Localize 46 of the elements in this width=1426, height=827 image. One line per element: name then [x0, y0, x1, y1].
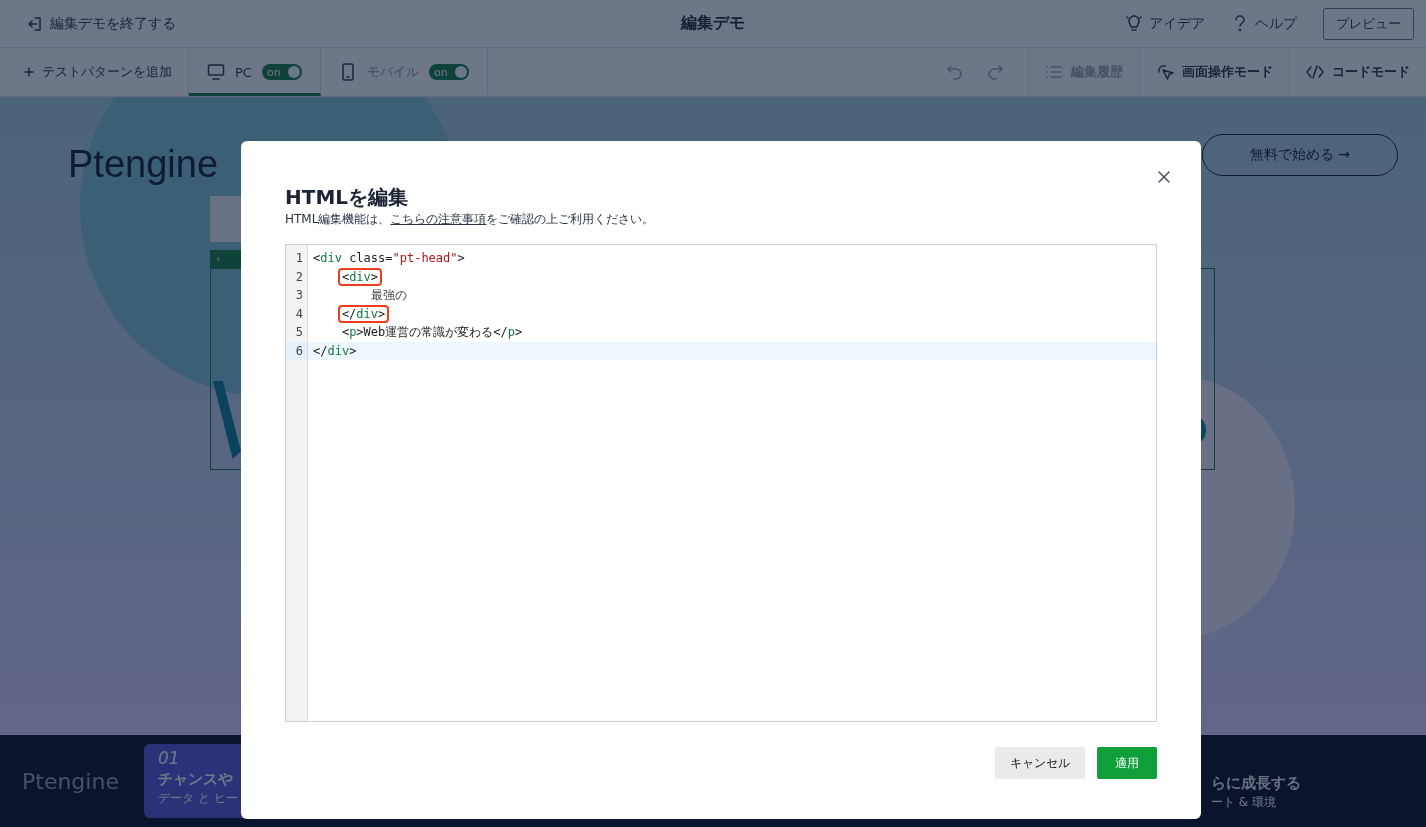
notes-link[interactable]: こちらの注意事項: [390, 212, 487, 226]
tab-label: PC: [235, 64, 252, 80]
apply-button[interactable]: 適用: [1097, 747, 1157, 779]
help-link[interactable]: ヘルプ: [1231, 14, 1297, 33]
pointer-button[interactable]: 画面操作モード: [1139, 48, 1289, 96]
code-line: </div>: [341, 306, 390, 321]
close-icon: [1157, 170, 1171, 184]
card-number: 01: [158, 748, 181, 768]
line-number: 2: [294, 268, 304, 286]
plus-icon: [24, 67, 34, 77]
dialog-title: HTMLを編集: [285, 185, 410, 209]
line-number: 4: [294, 305, 304, 323]
line-number: 5: [294, 324, 304, 341]
card-subtitle: ート & 環境: [1211, 793, 1277, 811]
line-number: 6: [286, 341, 307, 360]
list-icon: [1045, 63, 1063, 81]
code-line: <p>Web運営の常識が変わる</p>: [341, 325, 523, 339]
code-line: <div>: [341, 269, 383, 284]
toggle-switch[interactable]: on: [261, 64, 302, 80]
logo: Ptengine: [68, 143, 218, 186]
idea-link[interactable]: アイデア: [1125, 14, 1205, 33]
code-editor[interactable]: 1 2 3 4 5 6 <div class="pt-head"> <div> 最強の </div> <p>Web運営の常識が変わる</p> </div>: [285, 244, 1157, 722]
preview-button[interactable]: プレビュー: [1323, 7, 1414, 40]
code-line: <div class="pt-head">: [313, 251, 465, 265]
cursor-icon: [1156, 63, 1174, 81]
logo: Ptengine: [22, 768, 120, 794]
code-button[interactable]: コードモード: [1289, 48, 1426, 96]
code-line: </div>: [313, 343, 357, 358]
line-number: 3: [294, 287, 304, 304]
close-button[interactable]: [1157, 170, 1171, 184]
line-number: 1: [294, 250, 304, 267]
exit-icon: [26, 14, 44, 33]
redo-icon: [986, 63, 1004, 81]
add-pattern-button[interactable]: テストパターンを追加: [0, 48, 189, 96]
lightbulb-icon: [1125, 14, 1143, 33]
app-title: 編集デモ: [679, 13, 746, 34]
card-title: チャンスや: [158, 769, 234, 790]
toggle-switch[interactable]: on: [428, 64, 469, 80]
dialog-description: HTML編集機能は、こちらの注意事項をご確認の上ご利用ください。: [285, 211, 656, 228]
monitor-icon: [207, 63, 225, 81]
exit-button[interactable]: 編集デモを終了する: [26, 14, 176, 33]
code-line: 最強の: [370, 288, 407, 302]
cancel-button[interactable]: キャンセル: [995, 747, 1085, 779]
code-icon: [1306, 63, 1324, 81]
undo-icon: [946, 63, 964, 81]
card-title: らに成長する: [1211, 772, 1302, 794]
